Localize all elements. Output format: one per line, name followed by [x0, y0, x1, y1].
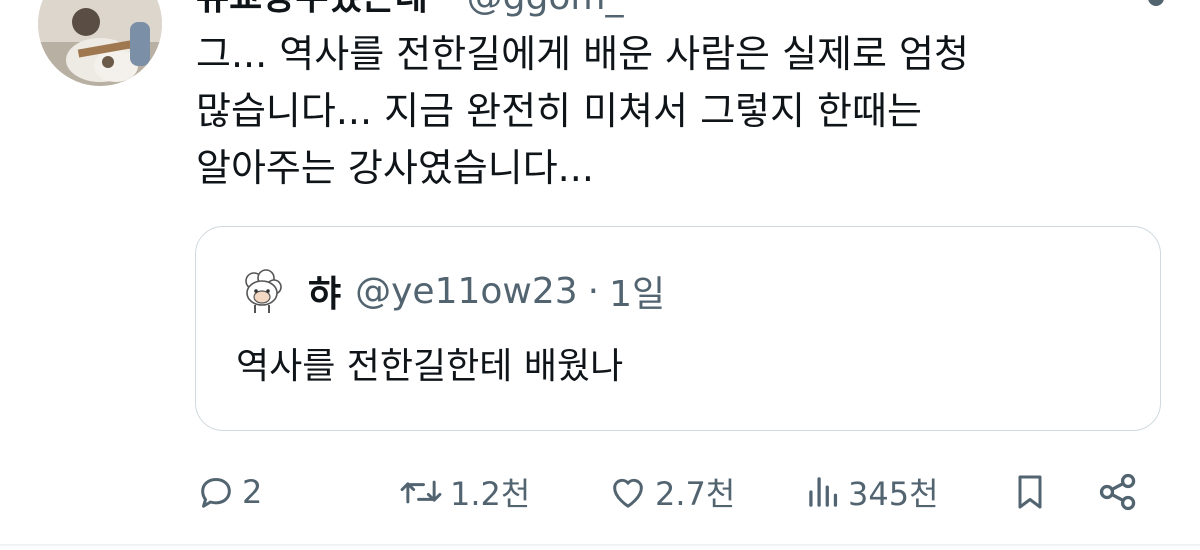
author-avatar[interactable]: [38, 0, 162, 86]
quoted-author-avatar[interactable]: [236, 265, 288, 317]
quoted-tweet-header: 햐 @ye11ow23 · 1일: [236, 265, 665, 317]
share-icon: [1099, 473, 1136, 511]
bottom-divider: [0, 544, 1200, 546]
quoted-tweet-text: 역사를 전한길한테 배웠나: [236, 346, 624, 387]
retweet-count: 1.2천: [450, 475, 531, 513]
action-bar: 2 1.2천 2.7천 345천: [0, 462, 1200, 522]
sheep-icon: [236, 265, 288, 317]
author-display-name[interactable]: 유교광수했는데··: [196, 0, 455, 18]
like-button[interactable]: 2.7천: [607, 462, 735, 522]
quoted-author-name[interactable]: 햐: [308, 265, 341, 317]
quoted-author-handle[interactable]: @ye11ow23: [355, 271, 578, 312]
more-options-icon[interactable]: [1148, 0, 1164, 6]
reply-count: 2: [242, 473, 263, 511]
avatar-guitar-photo-icon: [38, 0, 162, 86]
heart-icon: [613, 478, 643, 508]
view-count: 345천: [848, 475, 939, 513]
bookmark-icon: [1018, 475, 1042, 509]
author-handle[interactable]: @ggom_: [467, 0, 624, 18]
tweet-text: 그... 역사를 전한길에게 배운 사람은 실제로 엄청 많습니다... 지금 …: [196, 32, 969, 190]
retweet-icon: [400, 480, 442, 504]
views-bar-chart-icon: [809, 477, 838, 507]
like-count: 2.7천: [655, 475, 736, 513]
tweet: 유교광수했는데·· @ggom_ 그... 역사를 전한길에게 배운 사람은 실…: [0, 0, 1200, 550]
tweet-header: 유교광수했는데·· @ggom_: [196, 0, 623, 20]
retweet-button[interactable]: 1.2천: [398, 462, 530, 522]
quoted-timestamp[interactable]: 1일: [609, 265, 665, 317]
quoted-tweet[interactable]: 햐 @ye11ow23 · 1일 역사를 전한길한테 배웠나: [195, 226, 1161, 431]
quoted-separator: ·: [587, 270, 600, 312]
reply-icon: [201, 478, 231, 508]
bookmark-button[interactable]: [1010, 462, 1050, 522]
reply-button[interactable]: 2: [196, 462, 262, 522]
share-button[interactable]: [1096, 462, 1140, 522]
views-button[interactable]: 345천: [806, 462, 939, 522]
